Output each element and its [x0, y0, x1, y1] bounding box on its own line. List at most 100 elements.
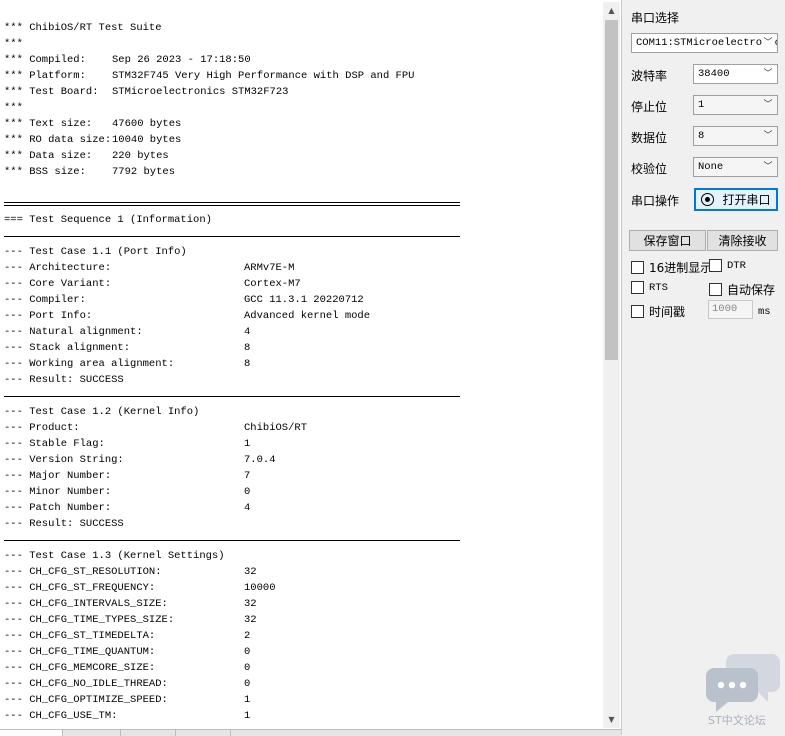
rts-checkbox[interactable]: RTS	[631, 281, 668, 294]
terminal-line-key: --- CH_CFG_NO_IDLE_THREAD:	[4, 678, 168, 690]
terminal-line-key: --- CH_CFG_OPTIMIZE_SPEED:	[4, 694, 168, 706]
hex-display-label: 16进制显示	[649, 261, 713, 275]
port-select-value: COM11:STMicroelectronics	[636, 37, 778, 49]
data-bits-value: 8	[698, 130, 705, 142]
terminal-line-value: 0	[244, 646, 251, 658]
dtr-checkbox-box[interactable]	[709, 259, 722, 272]
terminal-line-value: 4	[244, 502, 251, 514]
terminal-kv-line: --- Product: ChibiOS/RT	[4, 420, 600, 436]
timestamp-label: 时间戳	[649, 305, 686, 319]
terminal-kv-line: *** RO data size: 10040 bytes	[4, 132, 600, 148]
terminal-line: ***	[4, 36, 600, 52]
terminal-line-value: STMicroelectronics STM32F723	[112, 86, 289, 98]
terminal-line-key: --- Minor Number:	[4, 486, 112, 498]
terminal-line: ***	[4, 100, 600, 116]
serial-output-text[interactable]: *** ChibiOS/RT Test Suite *** *** Compiled…	[4, 20, 600, 725]
terminal-line-value: 7	[244, 470, 251, 482]
terminal-line-key: --- Working area alignment:	[4, 358, 175, 370]
stop-bits-label: 停止位	[631, 100, 668, 114]
terminal-kv-line: --- Core Variant: Cortex-M7	[4, 276, 600, 292]
terminal-kv-line: --- Minor Number: 0	[4, 484, 600, 500]
rts-checkbox-box[interactable]	[631, 281, 644, 294]
scroll-down-arrow-icon[interactable]: ▼	[603, 711, 620, 728]
terminal-line-value: 1	[244, 710, 251, 722]
serial-output-panel[interactable]: *** ChibiOS/RT Test Suite *** *** Compiled…	[0, 0, 622, 735]
terminal-line-key: *** Compiled:	[4, 54, 86, 66]
terminal-line-value: 32	[244, 614, 257, 626]
timestamp-interval-input[interactable]: 1000	[708, 300, 753, 319]
watermark-text: ST中文论坛	[708, 714, 766, 727]
data-bits-select[interactable]: 8 ﹀	[693, 126, 778, 146]
terminal-line-text: --- Test Case 1.3 (Kernel Settings)	[4, 550, 225, 562]
clear-receive-button-label: 清除接收	[718, 234, 767, 248]
hex-display-checkbox[interactable]: 16进制显示	[631, 259, 712, 276]
terminal-line-text: ***	[4, 38, 23, 50]
terminal-line: --- Test Case 1.3 (Kernel Settings)	[4, 548, 600, 564]
auto-save-checkbox[interactable]: 自动保存	[709, 281, 775, 298]
terminal-line: --- Test Case 1.2 (Kernel Info)	[4, 404, 600, 420]
port-select[interactable]: COM11:STMicroelectronics ﹀	[631, 33, 778, 53]
terminal-line-value: 220 bytes	[112, 150, 169, 162]
save-window-button-label: 保存窗口	[643, 234, 692, 248]
terminal-line-value: Advanced kernel mode	[244, 310, 371, 322]
chevron-down-icon: ﹀	[762, 127, 774, 145]
terminal-kv-line: *** Data size: 220 bytes	[4, 148, 600, 164]
chevron-down-icon: ﹀	[762, 96, 774, 114]
terminal-line-key: --- Compiler:	[4, 294, 86, 306]
terminal-line-key: --- CH_CFG_ST_FREQUENCY:	[4, 582, 156, 594]
terminal-line-value: ARMv7E-M	[244, 262, 295, 274]
dtr-checkbox[interactable]: DTR	[709, 259, 746, 272]
terminal-line-value: ChibiOS/RT	[244, 422, 308, 434]
terminal-line-key: --- Natural alignment:	[4, 326, 143, 338]
save-window-button[interactable]: 保存窗口	[629, 230, 706, 251]
stop-bits-select[interactable]: 1 ﹀	[693, 95, 778, 115]
vertical-scrollbar[interactable]: ▲ ▼	[603, 2, 620, 728]
parity-select[interactable]: None ﹀	[693, 157, 778, 177]
terminal-line-key: --- Architecture:	[4, 262, 112, 274]
auto-save-checkbox-box[interactable]	[709, 283, 722, 296]
hex-display-checkbox-box[interactable]	[631, 261, 644, 274]
timestamp-checkbox[interactable]: 时间戳	[631, 303, 685, 320]
terminal-line-text: --- Test Case 1.2 (Kernel Info)	[4, 406, 200, 418]
port-status-radio-icon	[701, 193, 715, 206]
terminal-line-key: --- CH_CFG_MEMCORE_SIZE:	[4, 662, 156, 674]
terminal-line-key: --- Stable Flag:	[4, 438, 105, 450]
clear-receive-button[interactable]: 清除接收	[707, 230, 778, 251]
scroll-up-arrow-icon[interactable]: ▲	[603, 2, 620, 19]
terminal-kv-line: *** Text size: 47600 bytes	[4, 116, 600, 132]
terminal-line-key: --- CH_CFG_TIME_TYPES_SIZE:	[4, 614, 175, 626]
terminal-line-key: --- Port Info:	[4, 310, 93, 322]
terminal-separator	[4, 196, 600, 212]
terminal-line-key: *** BSS size:	[4, 166, 86, 178]
scrollbar-thumb[interactable]	[605, 20, 618, 360]
terminal-kv-line: --- Compiler: GCC 11.3.1 20220712	[4, 292, 600, 308]
dtr-label: DTR	[727, 259, 746, 272]
bottom-tab[interactable]	[0, 730, 63, 736]
bottom-tab[interactable]	[62, 730, 121, 736]
terminal-line-key: --- CH_CFG_ST_RESOLUTION:	[4, 566, 162, 578]
terminal-line-text: --- Result: SUCCESS	[4, 518, 124, 530]
terminal-line: --- Result: SUCCESS	[4, 372, 600, 388]
terminal-line-text: ***	[4, 102, 23, 114]
terminal-kv-line: *** Compiled: Sep 26 2023 - 17:18:50	[4, 52, 600, 68]
timestamp-checkbox-box[interactable]	[631, 305, 644, 318]
terminal-line-key: *** Text size:	[4, 118, 93, 130]
ms-unit-label: ms	[758, 306, 771, 318]
terminal-line-key: --- Version String:	[4, 454, 124, 466]
terminal-line-text: *** ChibiOS/RT Test Suite	[4, 22, 162, 34]
terminal-line-key: --- CH_CFG_INTERVALS_SIZE:	[4, 598, 168, 610]
terminal-kv-line: --- CH_CFG_NO_IDLE_THREAD: 0	[4, 676, 600, 692]
bottom-tab[interactable]	[175, 730, 231, 736]
chevron-down-icon: ﹀	[762, 158, 774, 176]
bottom-tab[interactable]	[120, 730, 176, 736]
baud-rate-select[interactable]: 38400 ﹀	[693, 64, 778, 84]
terminal-line-key: *** RO data size:	[4, 134, 112, 146]
open-port-button[interactable]: 打开串口	[694, 188, 778, 211]
terminal-line-key: *** Test Board:	[4, 86, 99, 98]
terminal-separator	[4, 532, 600, 548]
terminal-line-key: --- Stack alignment:	[4, 342, 131, 354]
terminal-line: --- Test Case 1.1 (Port Info)	[4, 244, 600, 260]
terminal-line-value: 0	[244, 678, 251, 690]
timestamp-interval-value: 1000	[712, 303, 738, 315]
